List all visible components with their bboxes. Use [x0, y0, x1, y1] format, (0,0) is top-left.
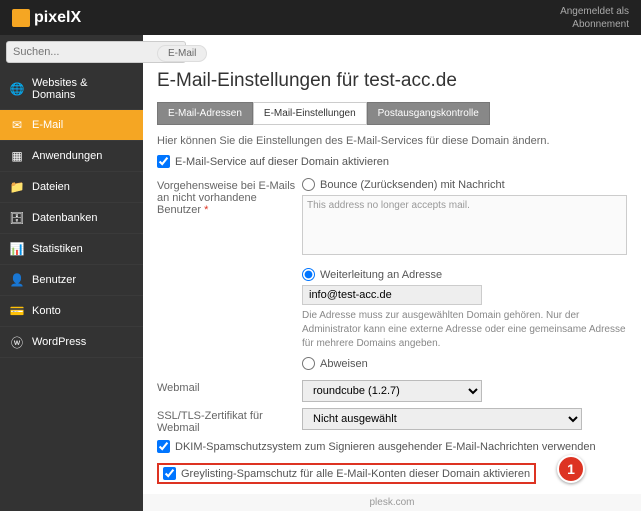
stats-icon: 📊 — [10, 242, 24, 256]
breadcrumb[interactable]: E-Mail — [157, 45, 207, 62]
mail-icon: ✉ — [10, 118, 24, 132]
webmail-label: Webmail — [157, 380, 302, 394]
radio-reject[interactable] — [302, 357, 315, 370]
sidebar-item-websites[interactable]: 🌐Websites & Domains — [0, 69, 143, 110]
ssl-label: SSL/TLS-Zertifikat für Webmail — [157, 408, 302, 434]
enable-service-label: E-Mail-Service auf dieser Domain aktivie… — [175, 156, 389, 168]
description: Hier können Sie die Einstellungen des E-… — [157, 135, 627, 147]
footer: plesk.com — [143, 494, 641, 511]
header-account: Angemeldet als Abonnement — [560, 5, 629, 31]
dkim-label: DKIM-Spamschutzsystem zum Signieren ausg… — [175, 441, 596, 453]
greylist-checkbox[interactable] — [163, 467, 176, 480]
tab-outgoing[interactable]: Postausgangskontrolle — [367, 102, 490, 125]
logo-icon — [12, 9, 30, 27]
db-icon: 🗄 — [10, 211, 24, 225]
bounce-message-textarea[interactable]: This address no longer accepts mail. — [302, 195, 627, 255]
greylist-highlight: Greylisting-Spamschutz für alle E-Mail-K… — [157, 463, 536, 484]
sidebar-item-wordpress[interactable]: ⓦWordPress — [0, 327, 143, 358]
enable-service-checkbox[interactable] — [157, 155, 170, 168]
tabs: E-Mail-Adressen E-Mail-Einstellungen Pos… — [157, 102, 627, 125]
nonexistent-label: Vorgehensweise bei E-Mails an nicht vorh… — [157, 178, 302, 216]
tab-settings[interactable]: E-Mail-Einstellungen — [253, 102, 367, 125]
sidebar: 🌐Websites & Domains ✉E-Mail ▦Anwendungen… — [0, 35, 143, 511]
dkim-checkbox[interactable] — [157, 440, 170, 453]
sidebar-item-account[interactable]: 💳Konto — [0, 296, 143, 327]
sidebar-item-apps[interactable]: ▦Anwendungen — [0, 141, 143, 172]
app-header: pixelX Angemeldet als Abonnement — [0, 0, 641, 35]
webmail-select[interactable]: roundcube (1.2.7) — [302, 380, 482, 402]
ssl-select[interactable]: Nicht ausgewählt — [302, 408, 582, 430]
user-icon: 👤 — [10, 273, 24, 287]
sidebar-item-email[interactable]: ✉E-Mail — [0, 110, 143, 141]
globe-icon: 🌐 — [10, 82, 24, 96]
sidebar-item-stats[interactable]: 📊Statistiken — [0, 234, 143, 265]
callout-1: 1 — [557, 455, 585, 483]
radio-forward[interactable] — [302, 268, 315, 281]
tab-addresses[interactable]: E-Mail-Adressen — [157, 102, 253, 125]
forward-help: Die Adresse muss zur ausgewählten Domain… — [302, 309, 627, 351]
sidebar-item-db[interactable]: 🗄Datenbanken — [0, 203, 143, 234]
sidebar-item-users[interactable]: 👤Benutzer — [0, 265, 143, 296]
forward-address-input[interactable] — [302, 285, 482, 305]
greylist-label: Greylisting-Spamschutz für alle E-Mail-K… — [181, 468, 530, 480]
radio-bounce[interactable] — [302, 178, 315, 191]
folder-icon: 📁 — [10, 180, 24, 194]
apps-icon: ▦ — [10, 149, 24, 163]
account-icon: 💳 — [10, 304, 24, 318]
sidebar-item-files[interactable]: 📁Dateien — [0, 172, 143, 203]
page-title: E-Mail-Einstellungen für test-acc.de — [157, 70, 627, 92]
logo: pixelX — [12, 9, 81, 27]
main-content: E-Mail E-Mail-Einstellungen für test-acc… — [143, 35, 641, 511]
wp-icon: ⓦ — [10, 335, 24, 349]
logo-text: pixelX — [34, 9, 81, 27]
